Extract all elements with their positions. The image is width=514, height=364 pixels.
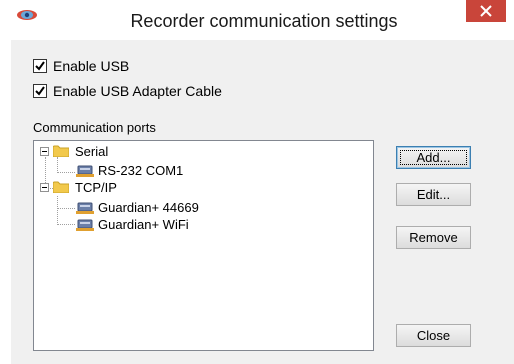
- edit-button-label: Edit...: [416, 187, 451, 202]
- communication-ports-label: Communication ports: [33, 120, 156, 135]
- add-button[interactable]: Add...: [396, 146, 471, 169]
- tree-line: [57, 224, 75, 225]
- tree-line: [57, 172, 75, 173]
- collapse-toggle[interactable]: [40, 146, 49, 156]
- collapse-toggle[interactable]: [40, 182, 49, 192]
- checkmark-icon: [35, 61, 45, 71]
- network-device-icon: [76, 202, 94, 214]
- folder-icon: [53, 181, 69, 193]
- serial-port-icon: [76, 165, 94, 177]
- enable-usb-adapter-checkbox[interactable]: [33, 84, 47, 98]
- close-button[interactable]: Close: [396, 324, 471, 347]
- folder-icon: [53, 145, 69, 157]
- focus-rectangle: [400, 150, 467, 165]
- tree-node-guardian-wifi[interactable]: Guardian+ WiFi: [76, 216, 189, 232]
- tree-node-label: TCP/IP: [75, 179, 117, 195]
- tree-node-rs232[interactable]: RS-232 COM1: [76, 162, 183, 178]
- close-button-label: Close: [416, 328, 451, 343]
- enable-usb-checkbox[interactable]: [33, 59, 47, 73]
- tree-node-label: Serial: [75, 143, 109, 159]
- title-bar[interactable]: Recorder communication settings: [0, 0, 514, 40]
- tree-node-serial[interactable]: Serial: [40, 143, 108, 159]
- remove-button-label: Remove: [409, 230, 458, 245]
- tree-node-label: RS-232 COM1: [98, 162, 184, 178]
- network-device-icon: [76, 219, 94, 231]
- tree-line: [57, 196, 58, 225]
- close-window-button[interactable]: [466, 0, 506, 22]
- close-icon: [480, 5, 492, 17]
- dialog-window: Recorder communication settings Enable U…: [0, 0, 514, 364]
- ports-tree[interactable]: Serial RS-232 COM1 TCP/IP Guardian+ 4466…: [33, 140, 374, 351]
- checkmark-icon: [35, 86, 45, 96]
- tree-line: [57, 208, 75, 209]
- tree-node-guardian-44669[interactable]: Guardian+ 44669: [76, 199, 199, 215]
- enable-usb-label: Enable USB: [53, 58, 130, 74]
- edit-button[interactable]: Edit...: [396, 183, 471, 206]
- tree-line: [57, 157, 58, 173]
- tree-node-tcpip[interactable]: TCP/IP: [40, 179, 117, 195]
- enable-usb-adapter-label: Enable USB Adapter Cable: [53, 83, 222, 99]
- window-title: Recorder communication settings: [130, 11, 398, 31]
- tree-node-label: Guardian+ 44669: [98, 199, 199, 215]
- tree-node-label: Guardian+ WiFi: [98, 216, 189, 232]
- remove-button[interactable]: Remove: [396, 226, 471, 249]
- enable-usb-adapter-option[interactable]: Enable USB Adapter Cable: [33, 83, 222, 99]
- enable-usb-option[interactable]: Enable USB: [33, 58, 129, 74]
